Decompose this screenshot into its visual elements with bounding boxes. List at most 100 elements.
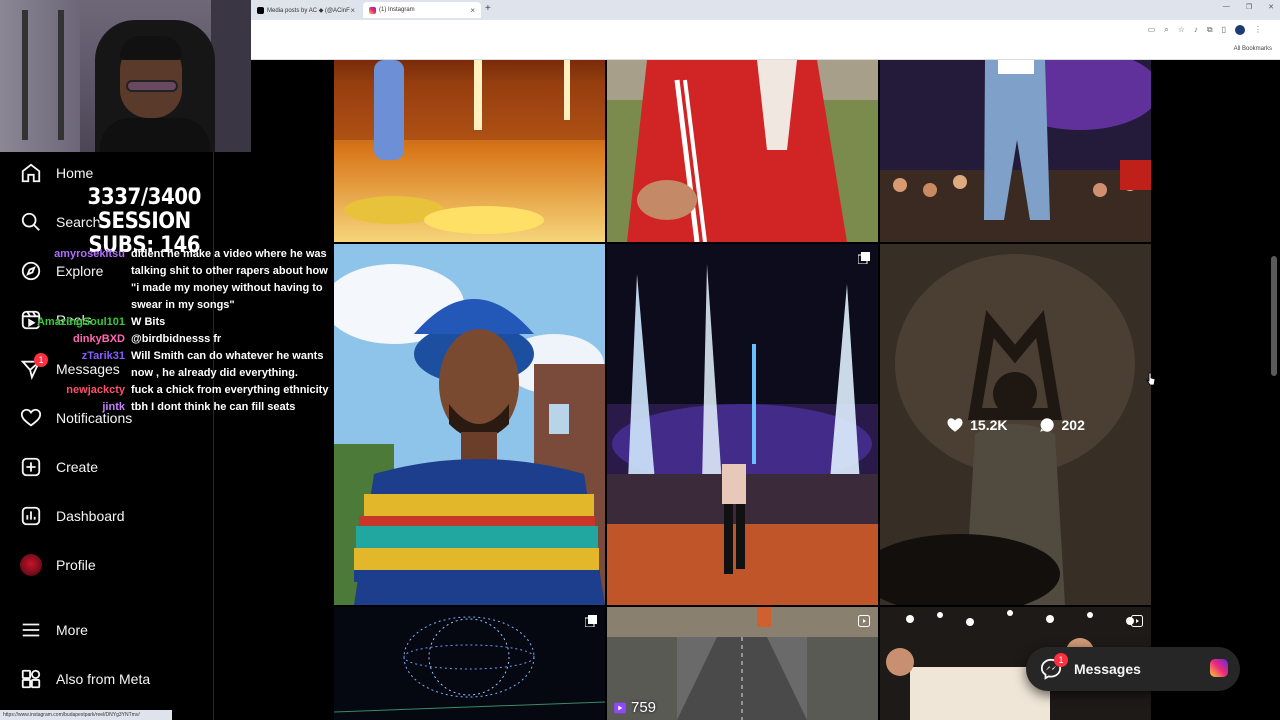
heart-filled-icon bbox=[947, 417, 963, 432]
concert-fire-stage-image bbox=[334, 60, 605, 242]
grid-post[interactable] bbox=[880, 60, 1151, 242]
chat-message: jintk tbh I dont think he can fill seats bbox=[30, 399, 335, 416]
new-tab-button[interactable]: + bbox=[485, 3, 491, 14]
browser-menu-icon[interactable]: ⋮ bbox=[1254, 25, 1262, 35]
sidebar-item-create[interactable]: Create bbox=[20, 455, 98, 479]
meta-apps-icon bbox=[21, 669, 41, 689]
grid-post[interactable] bbox=[334, 60, 605, 242]
chat-text: dident he make a video where he was talk… bbox=[131, 248, 328, 311]
comments-stat: 202 bbox=[1038, 416, 1085, 434]
sidebar-item-also-from-meta[interactable]: Also from Meta bbox=[20, 667, 150, 691]
floating-messages-button[interactable]: 1 Messages bbox=[1026, 647, 1240, 691]
grid-post-hovered[interactable]: 15.2K 202 bbox=[880, 244, 1151, 605]
chat-text: @birdbidnesss fr bbox=[131, 333, 222, 345]
chat-text: fuck a chick from everything ethnicity bbox=[131, 384, 329, 396]
minimize-icon[interactable]: — bbox=[1223, 3, 1230, 11]
extensions-icon[interactable]: ⧉ bbox=[1207, 25, 1213, 35]
grid-post[interactable]: 759 bbox=[607, 607, 878, 720]
instagram-app-icon bbox=[1210, 659, 1228, 677]
sidebar-item-label: Home bbox=[56, 165, 94, 181]
grid-post[interactable] bbox=[334, 607, 605, 720]
sidebar-item-home[interactable]: Home bbox=[20, 161, 93, 185]
multi-post-icon bbox=[858, 252, 870, 264]
sub-goal-count: 3337/3400 bbox=[87, 185, 202, 210]
sidepanel-icon[interactable]: ▯ bbox=[1222, 25, 1226, 35]
tab-title: Media posts by AC ◆ (@ACinF bbox=[267, 7, 350, 14]
sidebar-item-label: Also from Meta bbox=[56, 671, 151, 687]
chat-message: newjackcty fuck a chick from everything e… bbox=[30, 382, 335, 399]
reel-icon bbox=[858, 615, 870, 627]
chat-username: jintk bbox=[102, 401, 125, 413]
home-icon bbox=[21, 163, 41, 183]
sidebar-item-more[interactable]: More bbox=[20, 618, 88, 642]
instagram-favicon-icon bbox=[369, 6, 376, 14]
plus-square-icon bbox=[21, 457, 41, 477]
reel-icon bbox=[1131, 615, 1143, 627]
browser-profile-avatar[interactable] bbox=[1235, 25, 1245, 35]
views-count: 759 bbox=[631, 699, 657, 716]
address-bar[interactable]: ▭ ⌕ ☆ ♪ ⧉ ▯ ⋮ bbox=[251, 20, 1280, 42]
zoom-icon[interactable]: ⌕ bbox=[1164, 25, 1168, 35]
sidebar-item-profile[interactable]: Profile bbox=[20, 553, 96, 577]
grid-post[interactable] bbox=[607, 244, 878, 605]
likes-stat: 15.2K bbox=[946, 416, 1008, 434]
mouse-cursor-icon bbox=[1146, 372, 1156, 386]
sidebar-item-dashboard[interactable]: Dashboard bbox=[20, 504, 125, 528]
screen: Media posts by AC ◆ (@ACinF × (1) Instag… bbox=[0, 0, 1280, 720]
tab-title: (1) Instagram bbox=[379, 7, 415, 13]
chat-message: dinkyBXD @birdbidnesss fr bbox=[30, 331, 335, 348]
multi-post-icon bbox=[585, 615, 597, 627]
toolbar-icons: ▭ ⌕ ☆ ♪ ⧉ ▯ ⋮ bbox=[1148, 25, 1262, 35]
likes-count: 15.2K bbox=[970, 416, 1008, 433]
scrollbar-thumb[interactable] bbox=[1271, 256, 1277, 376]
dashboard-icon bbox=[21, 506, 41, 526]
floating-messages-label: Messages bbox=[1074, 661, 1141, 677]
close-window-icon[interactable]: ✕ bbox=[1268, 3, 1274, 11]
red-tracksuit-image bbox=[607, 60, 878, 242]
stream-chat-overlay: amyrosekitsu dident he make a video where… bbox=[30, 246, 335, 416]
search-icon bbox=[21, 212, 40, 231]
chat-text: Will Smith can do whatever he wants now … bbox=[131, 350, 324, 379]
sidebar-item-label: Create bbox=[56, 459, 99, 475]
close-tab-icon[interactable]: × bbox=[470, 6, 475, 15]
x-favicon-icon bbox=[257, 6, 264, 14]
chat-text: W Bits bbox=[131, 316, 166, 328]
chat-username: AmazingSoul101 bbox=[36, 316, 125, 328]
chat-message: AmazingSoul101 W Bits bbox=[30, 314, 335, 331]
reel-views: 759 bbox=[613, 699, 656, 716]
stage-fireworks-performer-image bbox=[607, 244, 878, 605]
chat-username: newjackcty bbox=[66, 384, 125, 396]
grid-post[interactable] bbox=[607, 60, 878, 242]
page-scrollbar[interactable] bbox=[1268, 60, 1280, 720]
profile-avatar bbox=[20, 554, 42, 576]
grid-post[interactable] bbox=[334, 244, 605, 605]
illustrated-portrait-striped-sweater-image bbox=[334, 244, 605, 605]
post-hover-overlay: 15.2K 202 bbox=[880, 244, 1151, 605]
chat-message: zTarik31 Will Smith can do whatever he wa… bbox=[30, 348, 335, 382]
window-controls: — ❐ ✕ bbox=[1223, 3, 1274, 11]
floating-messages-badge: 1 bbox=[1054, 653, 1068, 667]
close-tab-icon[interactable]: × bbox=[350, 6, 355, 15]
media-icon[interactable]: ♪ bbox=[1194, 25, 1198, 35]
browser-tab-bar: Media posts by AC ◆ (@ACinF × (1) Instag… bbox=[251, 0, 1280, 20]
chat-message: amyrosekitsu dident he make a video where… bbox=[30, 246, 335, 314]
comment-filled-icon bbox=[1039, 417, 1054, 432]
sidebar-item-label: Dashboard bbox=[56, 508, 125, 524]
sidebar-item-label: Profile bbox=[56, 557, 96, 573]
play-count-icon bbox=[614, 702, 626, 713]
browser-tab-instagram[interactable]: (1) Instagram × bbox=[363, 2, 481, 18]
browser-status-url: https://www.instagram.com/budapestpark/r… bbox=[0, 710, 172, 720]
maximize-icon[interactable]: ❐ bbox=[1246, 3, 1252, 11]
bookmarks-bar: All Bookmarks bbox=[251, 42, 1280, 60]
all-bookmarks-link[interactable]: All Bookmarks bbox=[1234, 46, 1272, 52]
explore-grid: 15.2K 202 759 bbox=[334, 60, 1152, 720]
menu-icon bbox=[22, 623, 40, 637]
bookmark-star-icon[interactable]: ☆ bbox=[1178, 25, 1185, 35]
chat-username: amyrosekitsu bbox=[54, 248, 125, 260]
browser-tab-media-posts[interactable]: Media posts by AC ◆ (@ACinF × bbox=[251, 2, 361, 18]
chat-username: zTarik31 bbox=[81, 350, 125, 362]
cast-icon[interactable]: ▭ bbox=[1148, 25, 1156, 35]
streamer-webcam bbox=[0, 0, 251, 152]
chat-username: dinkyBXD bbox=[73, 333, 125, 345]
comments-count: 202 bbox=[1061, 416, 1085, 433]
